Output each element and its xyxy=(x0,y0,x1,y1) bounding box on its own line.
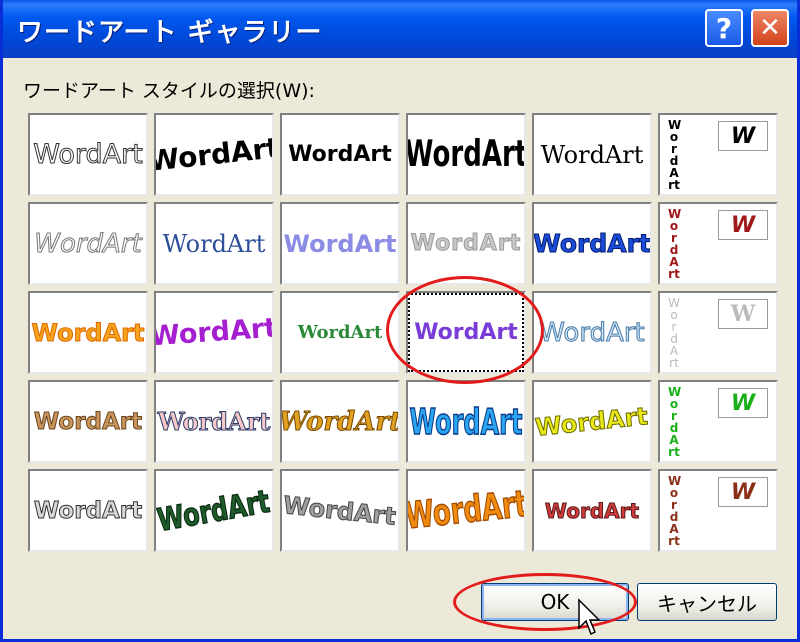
style-sample: WordArt xyxy=(280,406,400,437)
close-button[interactable]: ✕ xyxy=(751,9,789,47)
style-tile-r1c5[interactable]: WordArt xyxy=(532,113,652,196)
style-tile-r3c3[interactable]: WordArt xyxy=(280,291,400,374)
style-tile-r5c6[interactable]: WordArt W xyxy=(658,469,778,552)
mouse-cursor-icon xyxy=(578,598,601,636)
style-sample: WordArt xyxy=(539,317,645,348)
style-sample-mini: W xyxy=(718,477,768,507)
style-tile-r4c6[interactable]: WordArt W xyxy=(658,380,778,463)
style-sample-vertical: WordArt xyxy=(668,117,682,192)
style-sample: WordArt xyxy=(406,483,526,539)
wordart-style-grid: WordArt WordArt WordArt WordArt WordArt … xyxy=(25,110,778,558)
style-sample: WordArt xyxy=(154,312,274,353)
style-tile-r5c2[interactable]: WordArt xyxy=(154,469,274,552)
close-icon: ✕ xyxy=(759,13,781,43)
style-sample: WordArt xyxy=(33,497,143,524)
style-sample-mini: W xyxy=(718,388,768,418)
ok-button[interactable]: OK xyxy=(481,583,629,621)
style-sample-mini: W xyxy=(718,121,768,151)
style-sample-mini: W xyxy=(718,299,768,329)
style-sample: WordArt xyxy=(409,400,523,444)
style-tile-r4c2[interactable]: WordArt xyxy=(154,380,274,463)
style-sample-vertical: WordArt xyxy=(668,384,682,459)
style-sample: WordArt xyxy=(297,322,383,343)
style-tile-r4c4[interactable]: WordArt xyxy=(406,380,526,463)
wordart-gallery-dialog: ワードアート ギャラリー ? ✕ ワードアート スタイルの選択(W): Word… xyxy=(0,0,800,642)
style-sample: WordArt xyxy=(162,229,266,258)
style-tile-r2c6[interactable]: WordArt W xyxy=(658,202,778,285)
style-tile-r2c2[interactable]: WordArt xyxy=(154,202,274,285)
style-tile-r1c2[interactable]: WordArt xyxy=(154,113,274,196)
style-tile-r3c1[interactable]: WordArt xyxy=(28,291,148,374)
style-tile-r3c2[interactable]: WordArt xyxy=(154,291,274,374)
style-tile-r4c5[interactable]: WordArt xyxy=(532,380,652,463)
style-tile-r1c3[interactable]: WordArt xyxy=(280,113,400,196)
style-sample: WordArt xyxy=(33,408,143,435)
style-sample: WordArt xyxy=(31,318,145,347)
dialog-title: ワードアート ギャラリー xyxy=(17,18,323,48)
style-tile-r2c5[interactable]: WordArt xyxy=(532,202,652,285)
style-sample: WordArt xyxy=(155,482,273,539)
style-sample: WordArt xyxy=(154,131,274,178)
style-sample: WordArt xyxy=(410,231,522,257)
style-tile-r5c3[interactable]: WordArt xyxy=(280,469,400,552)
style-sample-vertical: WordArt xyxy=(668,473,682,548)
style-tile-r5c1[interactable]: WordArt xyxy=(28,469,148,552)
style-sample: WordArt xyxy=(288,142,392,167)
help-button[interactable]: ? xyxy=(705,9,743,47)
style-sample: WordArt xyxy=(533,229,651,259)
style-tile-r2c3[interactable]: WordArt xyxy=(280,202,400,285)
style-tile-r3c5[interactable]: WordArt xyxy=(532,291,652,374)
style-select-label: ワードアート スタイルの選択(W): xyxy=(23,80,315,102)
style-tile-r5c5[interactable]: WordArt xyxy=(532,469,652,552)
style-tile-r1c6[interactable]: WordArt W xyxy=(658,113,778,196)
style-tile-r4c1[interactable]: WordArt xyxy=(28,380,148,463)
style-tile-r1c1[interactable]: WordArt xyxy=(28,113,148,196)
style-sample: WordArt xyxy=(544,498,640,523)
title-bar[interactable]: ワードアート ギャラリー ? ✕ xyxy=(3,0,797,58)
style-sample: WordArt xyxy=(157,407,271,437)
help-icon: ? xyxy=(715,11,733,45)
style-sample: WordArt xyxy=(283,229,397,258)
style-tile-r1c4[interactable]: WordArt xyxy=(406,113,526,196)
style-tile-r3c6[interactable]: WordArt W xyxy=(658,291,778,374)
style-tile-r2c4[interactable]: WordArt xyxy=(406,202,526,285)
style-sample-vertical: WordArt xyxy=(668,295,680,370)
style-sample: WordArt xyxy=(540,140,644,169)
style-sample: WordArt xyxy=(406,133,526,176)
style-sample: WordArt xyxy=(33,139,144,171)
style-tile-r4c3[interactable]: WordArt xyxy=(280,380,400,463)
style-sample-mini: W xyxy=(718,210,768,240)
style-sample: WordArt xyxy=(534,401,650,442)
style-sample: WordArt xyxy=(34,228,142,259)
style-sample: WordArt xyxy=(282,490,398,531)
style-tile-r2c1[interactable]: WordArt xyxy=(28,202,148,285)
style-tile-r5c4[interactable]: WordArt xyxy=(406,469,526,552)
style-sample-vertical: WordArt xyxy=(668,206,682,281)
style-sample: WordArt xyxy=(414,320,518,345)
cancel-button[interactable]: キャンセル xyxy=(637,583,777,621)
style-tile-r3c4[interactable]: WordArt xyxy=(406,291,526,374)
